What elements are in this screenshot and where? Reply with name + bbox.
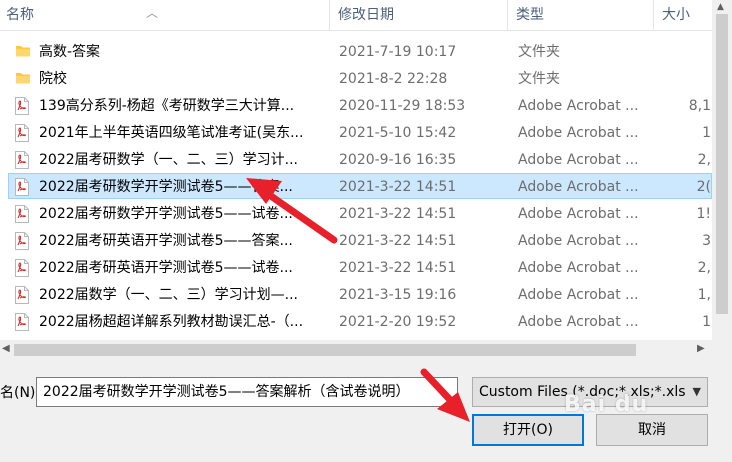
pdf-icon [15, 151, 31, 169]
file-type: Adobe Acrobat ... [518, 125, 639, 141]
folder-icon [15, 70, 31, 88]
pdf-icon [15, 232, 31, 250]
file-size: 1! [696, 206, 711, 222]
file-row[interactable]: 2022届考研英语开学测试卷5——试卷... 2021-3-22 14:51 Ado… [8, 254, 712, 280]
file-name: 139高分系列-杨超《考研数学三大计算... [39, 98, 295, 114]
file-name: 2022届考研英语开学测试卷5——答案... [39, 233, 293, 249]
column-type-header[interactable]: 类型 [508, 0, 654, 30]
file-type: Adobe Acrobat ... [518, 179, 639, 195]
file-name: 2022届杨超超详解系列教材勘误汇总-（... [39, 314, 304, 330]
pdf-icon [15, 124, 31, 142]
file-type: 文件夹 [518, 71, 560, 87]
file-row[interactable]: 2022届考研数学（一、二、三）学习计... 2020-9-16 16:35 Ado… [8, 146, 712, 172]
file-row[interactable]: 2022届考研英语开学测试卷5——答案... 2021-3-22 14:51 Ado… [8, 227, 712, 253]
file-size: 1, [697, 287, 711, 303]
pdf-icon [15, 313, 31, 331]
file-size: 3 [702, 233, 711, 249]
file-date: 2021-2-20 19:52 [339, 314, 457, 330]
column-name-header[interactable]: ︿ 名称 [0, 0, 330, 30]
file-row[interactable]: 2022届考研数学开学测试卷5——答案... 2021-3-22 14:51 Ado… [8, 173, 712, 199]
file-size: 8,1 [688, 98, 711, 114]
file-type: Adobe Acrobat ... [518, 233, 639, 249]
file-type: Adobe Acrobat ... [518, 98, 639, 114]
file-row[interactable]: 2022届杨超超详解系列教材勘误汇总-（... 2021-2-20 19:52 Ad… [8, 308, 712, 334]
file-row[interactable]: 2022届考研数学开学测试卷5——试卷... 2021-3-22 14:51 Ado… [8, 200, 712, 226]
scroll-left-icon[interactable]: ◀ [2, 343, 10, 354]
sort-up-icon: ︿ [146, 6, 159, 20]
chevron-down-icon: ▼ [692, 385, 701, 398]
file-name: 院校 [39, 71, 67, 87]
file-date: 2021-3-22 14:51 [339, 260, 457, 276]
file-date: 2020-9-16 16:35 [339, 152, 457, 168]
file-row[interactable]: 2021年上半年英语四级笔试准考证(吴东... 2021-5-10 15:42 Ad… [8, 119, 712, 145]
file-size [651, 66, 711, 92]
pdf-icon [15, 205, 31, 223]
file-row[interactable]: 139高分系列-杨超《考研数学三大计算... 2020-11-29 18:53 Ad… [8, 92, 712, 118]
horizontal-scrollbar[interactable]: ◀ ▶ [0, 340, 712, 360]
file-row[interactable]: 高数-答案 2021-7-19 10:17 文件夹 [8, 38, 712, 64]
file-date: 2021-3-22 14:51 [339, 206, 457, 222]
file-type: Adobe Acrobat ... [518, 260, 639, 276]
file-name: 2022届考研数学开学测试卷5——答案... [39, 179, 293, 195]
file-date: 2020-11-29 18:53 [339, 98, 466, 114]
file-type: Adobe Acrobat ... [518, 152, 639, 168]
column-date-header[interactable]: 修改日期 [330, 0, 508, 30]
file-date: 2021-3-15 19:16 [339, 287, 457, 303]
file-size [651, 39, 711, 65]
scroll-up-icon[interactable]: ▲ [717, 2, 724, 12]
file-date: 2021-3-22 14:51 [339, 233, 457, 249]
file-name: 2022届数学（一、二、三）学习计划—... [39, 287, 298, 303]
file-row[interactable]: 2022届数学（一、二、三）学习计划—... 2021-3-15 19:16 Ado… [8, 281, 712, 307]
file-date: 2021-3-22 14:51 [339, 179, 457, 195]
file-size: 1 [702, 314, 711, 330]
file-date: 2021-8-2 22:28 [339, 71, 448, 87]
baidu-watermark: Bai du [564, 392, 649, 417]
column-header: ︿ 名称 修改日期 类型 大小 [0, 0, 712, 31]
file-size: 2( [696, 179, 711, 195]
file-type: 文件夹 [518, 44, 560, 60]
file-type: Adobe Acrobat ... [518, 287, 639, 303]
scroll-right-icon[interactable]: ▶ [697, 343, 705, 354]
file-name: 2021年上半年英语四级笔试准考证(吴东... [39, 125, 304, 141]
filename-label: 名(N): [0, 385, 41, 401]
pdf-icon [15, 97, 31, 115]
file-date: 2021-7-19 10:17 [339, 44, 457, 60]
pdf-icon [15, 259, 31, 277]
file-name: 2022届考研数学（一、二、三）学习计... [39, 152, 298, 168]
file-row[interactable]: 院校 2021-8-2 22:28 文件夹 [8, 65, 712, 91]
file-name: 2022届考研数学开学测试卷5——试卷... [39, 206, 293, 222]
file-size: 2, [697, 260, 711, 276]
vertical-scroll-thumb[interactable] [716, 14, 728, 314]
file-name: 高数-答案 [39, 44, 101, 60]
filename-input[interactable]: 2022届考研数学开学测试卷5——答案解析（含试卷说明） [36, 377, 458, 407]
open-button[interactable]: 打开(O) [472, 414, 584, 446]
folder-icon [15, 43, 31, 61]
horizontal-scroll-thumb[interactable] [14, 344, 636, 356]
vertical-scrollbar[interactable]: ▲ [712, 0, 732, 340]
file-name: 2022届考研英语开学测试卷5——试卷... [39, 260, 293, 276]
file-type: Adobe Acrobat ... [518, 314, 639, 330]
cancel-button[interactable]: 取消 [596, 414, 708, 446]
pdf-icon [15, 286, 31, 304]
file-type: Adobe Acrobat ... [518, 206, 639, 222]
pdf-icon [15, 178, 31, 196]
file-size: 2, [697, 152, 711, 168]
file-list[interactable]: ︿ 名称 修改日期 类型 大小 高数-答案 2021-7-19 10:17 文件夹院… [0, 0, 712, 340]
file-size: 1 [702, 125, 711, 141]
file-date: 2021-5-10 15:42 [339, 125, 457, 141]
column-size-header[interactable]: 大小 [654, 0, 712, 30]
